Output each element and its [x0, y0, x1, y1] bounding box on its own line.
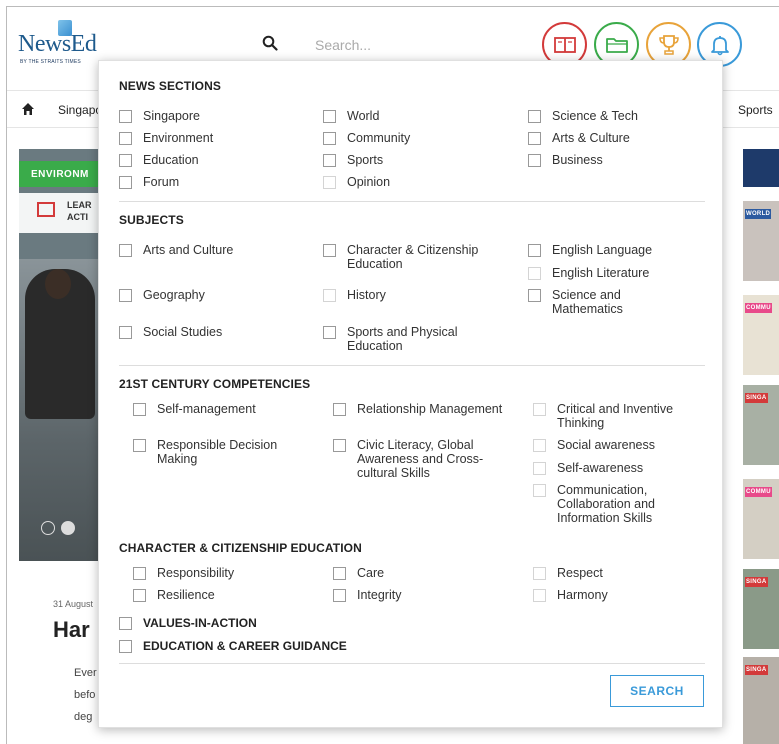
competency-civic-literacy[interactable]: Civic Literacy, Global Awareness and Cro…: [333, 438, 508, 480]
article-excerpt-line: deg: [74, 711, 93, 723]
competency-self-management[interactable]: Self-management: [133, 402, 256, 416]
competency-critical-inventive-thinking[interactable]: Critical and Inventive Thinking: [533, 402, 703, 430]
folder-icon: [605, 37, 628, 53]
search-filter-panel: NEWS SECTIONS Singapore World Science & …: [98, 60, 723, 728]
cce-responsibility[interactable]: Responsibility: [133, 566, 234, 580]
subject-sports-physical-education[interactable]: Sports and Physical Education: [323, 325, 493, 353]
subjects-title: SUBJECTS: [119, 213, 184, 227]
book-icon: [37, 202, 55, 217]
cce-resilience[interactable]: Resilience: [133, 588, 215, 602]
subject-history[interactable]: History: [323, 288, 386, 302]
news-section-world[interactable]: World: [323, 109, 379, 123]
subject-social-studies[interactable]: Social Studies: [119, 325, 222, 339]
search-icon[interactable]: [262, 35, 278, 51]
cce-integrity[interactable]: Integrity: [333, 588, 401, 602]
competency-social-awareness[interactable]: Social awareness: [533, 438, 655, 452]
section-divider: [119, 663, 705, 664]
hero-image-head: [45, 269, 71, 299]
education-career-guidance-checkbox[interactable]: EDUCATION & CAREER GUIDANCE: [119, 639, 347, 653]
hero-article-card[interactable]: ENVIRONM LEAR ACTI: [19, 149, 104, 561]
news-section-environment[interactable]: Environment: [119, 131, 213, 145]
cce-care[interactable]: Care: [333, 566, 384, 580]
news-section-community[interactable]: Community: [323, 131, 410, 145]
nav-item-sports[interactable]: Sports: [738, 103, 773, 117]
news-section-education[interactable]: Education: [119, 153, 199, 167]
subject-science-mathematics[interactable]: Science and Mathematics: [528, 288, 668, 316]
subject-geography[interactable]: Geography: [119, 288, 205, 302]
article-excerpt-line: befo: [74, 689, 96, 701]
article-excerpt-line: Ever: [74, 667, 97, 679]
right-thumbnail-label: COMMU: [745, 487, 772, 497]
news-section-sports[interactable]: Sports: [323, 153, 383, 167]
section-divider: [119, 365, 705, 366]
trophy-icon: [658, 34, 679, 55]
article-date: 31 August: [53, 599, 94, 609]
values-in-action-checkbox[interactable]: VALUES-IN-ACTION: [119, 616, 257, 630]
right-thumbnail[interactable]: SINGA: [743, 385, 779, 465]
carousel-dot-active[interactable]: [61, 521, 75, 535]
subject-english-language[interactable]: English Language: [528, 243, 652, 257]
learning-activity-line1: LEAR: [67, 200, 92, 210]
news-section-singapore[interactable]: Singapore: [119, 109, 200, 123]
bell-icon: [710, 35, 729, 55]
subject-english-literature[interactable]: English Literature: [528, 266, 649, 280]
cce-title: CHARACTER & CITIZENSHIP EDUCATION: [119, 541, 362, 555]
right-thumbnail[interactable]: WORLD: [743, 201, 779, 281]
section-tag[interactable]: ENVIRONM: [19, 161, 104, 187]
learning-activity-badge[interactable]: LEAR ACTI: [19, 193, 104, 233]
competency-responsible-decision-making[interactable]: Responsible Decision Making: [133, 438, 308, 466]
competencies-title: 21ST CENTURY COMPETENCIES: [119, 377, 311, 391]
article-title[interactable]: Har: [53, 617, 90, 643]
right-thumbnail[interactable]: SINGA: [743, 657, 779, 744]
competency-communication-collaboration[interactable]: Communication, Collaboration and Informa…: [533, 483, 693, 525]
competency-relationship-management[interactable]: Relationship Management: [333, 402, 503, 416]
news-section-arts-culture[interactable]: Arts & Culture: [528, 131, 630, 145]
book-icon: [553, 36, 576, 53]
right-thumbnail-label: COMMU: [745, 303, 772, 313]
right-article-column: WORLD COMMU SINGA COMMU SINGA SINGA: [743, 149, 779, 744]
learning-activity-label: LEAR ACTI: [67, 199, 92, 223]
right-thumbnail-label: SINGA: [745, 577, 768, 587]
logo-text: NewsEd: [18, 31, 97, 57]
right-thumbnail[interactable]: COMMU: [743, 295, 779, 375]
subject-arts-and-culture[interactable]: Arts and Culture: [119, 243, 233, 257]
right-header-block: [743, 149, 779, 187]
carousel-dots: [41, 521, 81, 540]
search-input[interactable]: [307, 29, 449, 61]
right-thumbnail[interactable]: SINGA: [743, 569, 779, 649]
news-section-science-tech[interactable]: Science & Tech: [528, 109, 638, 123]
right-thumbnail-label: SINGA: [745, 393, 768, 403]
news-section-business[interactable]: Business: [528, 153, 603, 167]
right-thumbnail[interactable]: COMMU: [743, 479, 779, 559]
news-section-opinion[interactable]: Opinion: [323, 175, 390, 189]
cce-harmony[interactable]: Harmony: [533, 588, 608, 602]
nav-item-singapore[interactable]: Singapo: [58, 103, 102, 117]
search-button[interactable]: SEARCH: [610, 675, 704, 707]
learning-activity-line2: ACTI: [67, 212, 88, 222]
home-icon[interactable]: [21, 102, 35, 116]
section-divider: [119, 201, 705, 202]
site-logo[interactable]: NewsEd BY THE STRAITS TIMES: [18, 20, 108, 67]
competency-self-awareness[interactable]: Self-awareness: [533, 461, 643, 475]
news-section-forum[interactable]: Forum: [119, 175, 179, 189]
right-thumbnail-label: WORLD: [745, 209, 772, 219]
news-sections-title: NEWS SECTIONS: [119, 79, 221, 93]
logo-subtitle: BY THE STRAITS TIMES: [20, 59, 81, 65]
subject-character-citizenship[interactable]: Character & Citizenship Education: [323, 243, 503, 271]
carousel-dot[interactable]: [41, 521, 55, 535]
right-thumbnail-label: SINGA: [745, 665, 768, 675]
cce-respect[interactable]: Respect: [533, 566, 603, 580]
